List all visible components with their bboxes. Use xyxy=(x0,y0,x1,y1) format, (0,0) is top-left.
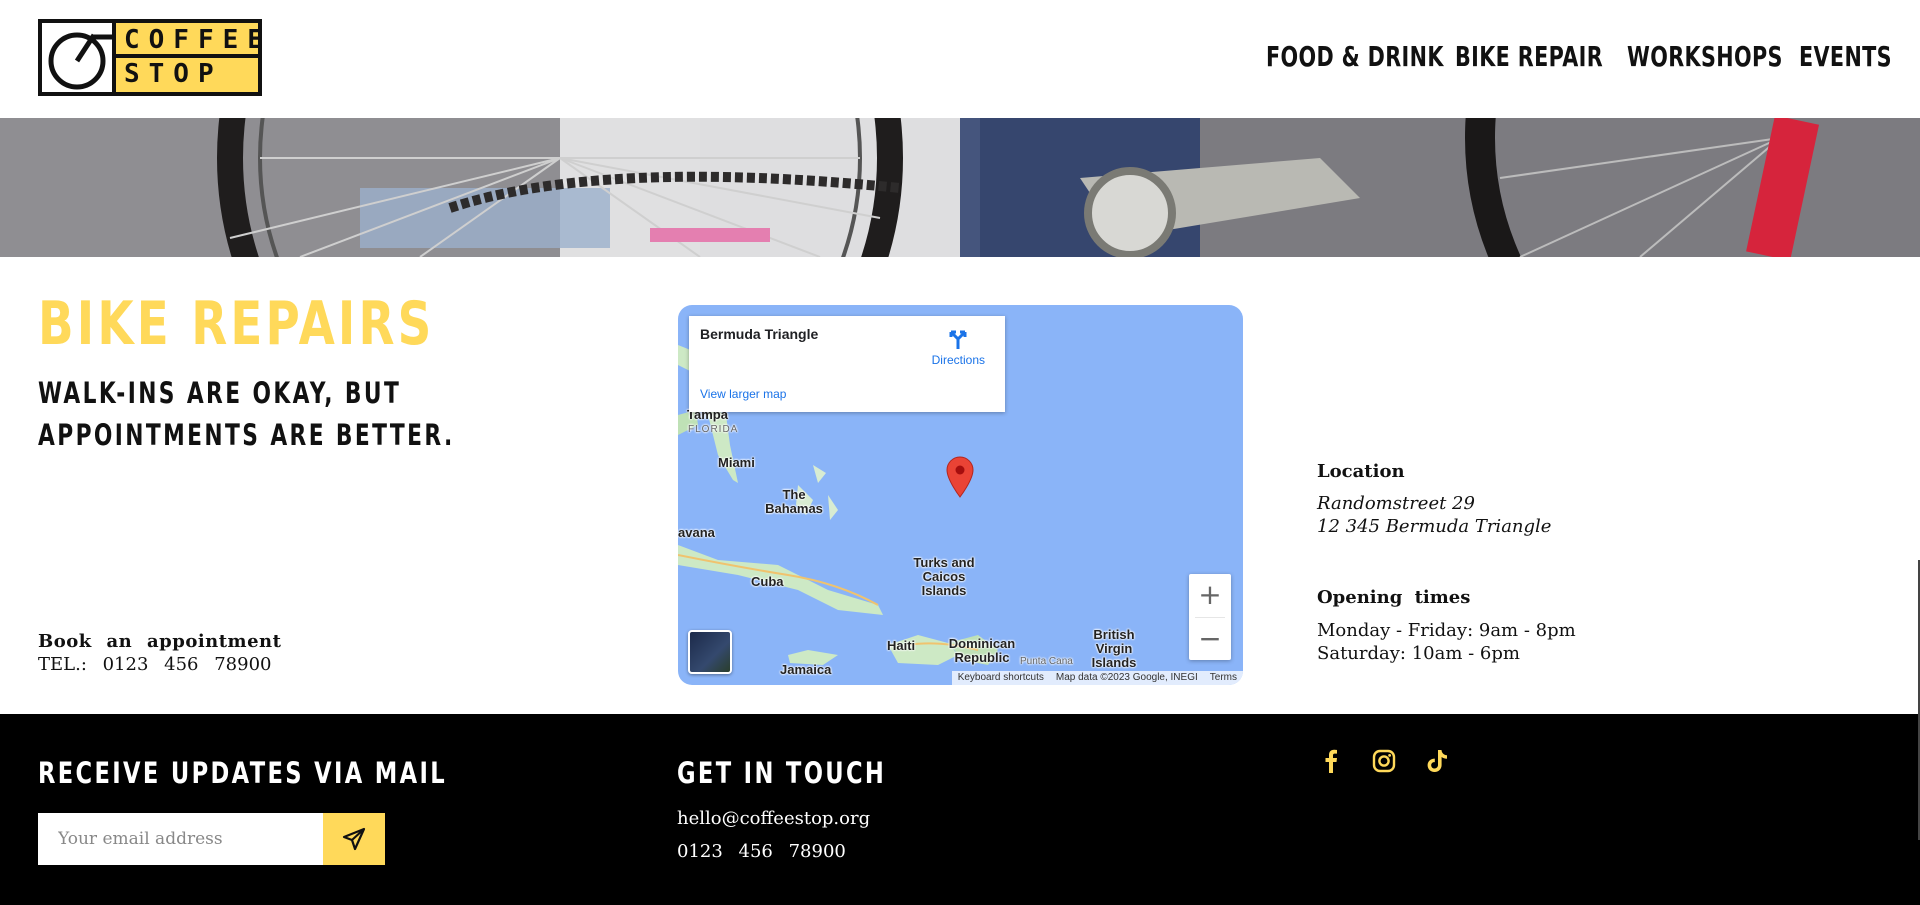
contact-title: GET IN TOUCH xyxy=(677,756,887,790)
tiktok-link[interactable] xyxy=(1423,747,1451,775)
logo[interactable]: COFFEE STOP xyxy=(38,19,263,96)
opening-weekday: Monday - Friday: 9am - 8pm xyxy=(1317,620,1576,641)
logo-text-line1: COFFEE xyxy=(124,25,272,55)
instagram-link[interactable] xyxy=(1370,747,1398,775)
opening-times-heading: Opening times xyxy=(1317,587,1471,608)
instagram-icon xyxy=(1372,749,1396,773)
site-footer: RECEIVE UPDATES VIA MAIL GET IN TOUCH he… xyxy=(0,714,1920,905)
map-label-florida: FLORIDA xyxy=(688,424,739,435)
map-label-bahamas: The Bahamas xyxy=(765,487,823,516)
nav-events[interactable]: EVENTS xyxy=(1799,40,1892,73)
map-place-name: Bermuda Triangle xyxy=(700,326,819,342)
map-label-jamaica: Jamaica xyxy=(780,662,832,677)
appointment-info: Book an appointment TEL.: 0123 456 78900 xyxy=(38,630,281,676)
nav-workshops[interactable]: WORKSHOPS xyxy=(1627,40,1783,73)
directions-icon xyxy=(949,330,967,349)
location-heading: Location xyxy=(1317,461,1405,482)
logo-text-line2: STOP xyxy=(124,59,223,89)
facebook-link[interactable] xyxy=(1317,747,1345,775)
social-links xyxy=(1317,747,1451,775)
contact-email-link[interactable]: hello@coffeestop.org xyxy=(677,802,870,835)
subtitle-line-2: APPOINTMENTS ARE BETTER. xyxy=(38,418,455,452)
map-label-punta-cana: Punta Cana xyxy=(1020,656,1073,667)
map-info-card: Bermuda Triangle Directions View larger … xyxy=(689,316,1005,412)
map-label-british-virgin-islands: British Virgin Islands xyxy=(1091,627,1137,670)
view-larger-map-link[interactable]: View larger map xyxy=(700,387,786,401)
map-label-turks-caicos: Turks and Caicos Islands xyxy=(913,555,975,598)
terms-link[interactable]: Terms xyxy=(1210,671,1237,685)
embedded-map[interactable]: Tampa FLORIDA Miami The Bahamas avana Cu… xyxy=(678,305,1243,685)
opening-times-lines: Monday - Friday: 9am - 8pm Saturday: 10a… xyxy=(1317,619,1576,665)
nav-food-drink[interactable]: FOOD & DRINK xyxy=(1266,40,1444,73)
send-button[interactable] xyxy=(323,813,385,865)
zoom-out-button[interactable]: − xyxy=(1189,618,1231,661)
email-input[interactable] xyxy=(38,813,323,865)
map-label-haiti: Haiti xyxy=(887,638,916,653)
hero-bike-image xyxy=(0,118,1920,257)
paper-plane-icon xyxy=(342,827,366,851)
newsletter-form xyxy=(38,813,385,865)
map-label-havana: avana xyxy=(678,525,715,540)
zoom-in-button[interactable]: + xyxy=(1189,574,1231,617)
contact-info: hello@coffeestop.org 0123 456 78900 xyxy=(677,802,870,868)
map-label-cuba: Cuba xyxy=(751,574,784,589)
map-label-dominican-republic: Dominican Republic xyxy=(948,636,1016,665)
address-line-1: Randomstreet 29 xyxy=(1317,493,1475,514)
directions-label: Directions xyxy=(931,353,985,367)
map-label-miami: Miami xyxy=(718,455,755,470)
map-data-attribution: Map data ©2023 Google, INEGI xyxy=(1055,672,1198,683)
site-header: COFFEE STOP FOOD & DRINK BIKE REPAIR WOR… xyxy=(0,0,1920,118)
opening-times-block: Opening times Monday - Friday: 9am - 8pm… xyxy=(1317,586,1576,665)
book-appointment-label: Book an appointment xyxy=(38,631,282,652)
appointment-phone[interactable]: TEL.: 0123 456 78900 xyxy=(38,653,281,676)
newsletter-title: RECEIVE UPDATES VIA MAIL xyxy=(38,756,448,790)
page-title: BIKE REPAIRS xyxy=(38,289,435,359)
opening-saturday: Saturday: 10am - 6pm xyxy=(1317,643,1520,664)
keyboard-shortcuts-link[interactable]: Keyboard shortcuts xyxy=(958,671,1044,685)
nav-bike-repair[interactable]: BIKE REPAIR xyxy=(1455,40,1603,73)
map-footer-bar: Keyboard shortcuts Map data ©2023 Google… xyxy=(951,671,1243,685)
location-block: Location Randomstreet 29 12 345 Bermuda … xyxy=(1317,460,1551,538)
location-pin-icon[interactable] xyxy=(945,456,975,498)
tiktok-icon xyxy=(1427,750,1447,772)
map-zoom-controls: + − xyxy=(1189,574,1231,660)
map-satellite-toggle[interactable] xyxy=(688,630,732,674)
main-nav: FOOD & DRINK BIKE REPAIR WORKSHOPS EVENT… xyxy=(1266,40,1892,73)
address-line-2: 12 345 Bermuda Triangle xyxy=(1317,516,1552,537)
contact-phone[interactable]: 0123 456 78900 xyxy=(677,835,870,868)
directions-link[interactable]: Directions xyxy=(932,328,985,367)
page-subtitle: WALK-INS ARE OKAY, BUT APPOINTMENTS ARE … xyxy=(38,372,488,456)
location-address: Randomstreet 29 12 345 Bermuda Triangle xyxy=(1317,492,1551,538)
bicycle-wheel-icon xyxy=(42,23,116,92)
subtitle-line-1: WALK-INS ARE OKAY, BUT xyxy=(38,376,402,410)
facebook-icon xyxy=(1325,749,1337,773)
